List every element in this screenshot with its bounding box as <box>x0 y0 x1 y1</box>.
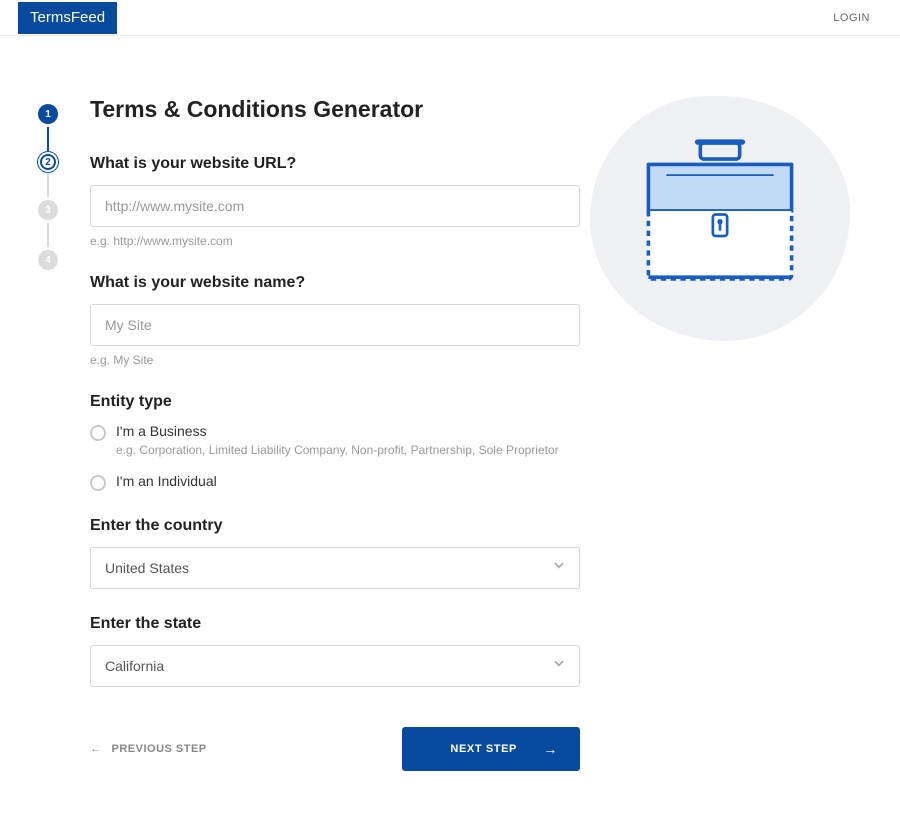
entity-option-business-hint: e.g. Corporation, Limited Liability Comp… <box>116 443 580 457</box>
logo-light: Feed <box>71 9 105 26</box>
radio-icon[interactable] <box>90 425 106 441</box>
website-url-input[interactable] <box>90 185 580 227</box>
website-url-hint: e.g. http://www.mysite.com <box>90 234 580 248</box>
arrow-right-icon: → <box>543 741 558 757</box>
previous-step-label: PREVIOUS STEP <box>112 743 207 755</box>
website-name-hint: e.g. My Site <box>90 353 580 367</box>
website-url-label: What is your website URL? <box>90 155 580 173</box>
radio-icon[interactable] <box>90 475 106 491</box>
form-area: Terms & Conditions Generator What is you… <box>90 96 580 771</box>
login-link[interactable]: LOGIN <box>833 12 870 24</box>
briefcase-icon <box>590 96 850 341</box>
state-select[interactable]: California <box>90 645 580 687</box>
field-entity-type: Entity type I'm a Business e.g. Corporat… <box>90 393 580 491</box>
entity-option-business-row[interactable]: I'm a Business e.g. Corporation, Limited… <box>90 423 580 457</box>
step-connector-3 <box>47 223 49 247</box>
logo[interactable]: TermsFeed <box>18 2 117 34</box>
next-step-button[interactable]: NEXT STEP → <box>402 727 580 771</box>
website-name-input[interactable] <box>90 304 580 346</box>
entity-option-business-label: I'm a Business <box>116 423 580 439</box>
entity-type-label: Entity type <box>90 393 580 411</box>
stepper: 1 2 3 4 <box>28 96 68 771</box>
actions: ← PREVIOUS STEP NEXT STEP → <box>90 727 580 771</box>
logo-bold: Terms <box>30 9 71 26</box>
field-website-name: What is your website name? e.g. My Site <box>90 274 580 367</box>
country-label: Enter the country <box>90 517 580 535</box>
website-name-label: What is your website name? <box>90 274 580 292</box>
field-state: Enter the state California <box>90 615 580 687</box>
previous-step-button[interactable]: ← PREVIOUS STEP <box>90 743 207 755</box>
field-website-url: What is your website URL? e.g. http://ww… <box>90 155 580 248</box>
state-label: Enter the state <box>90 615 580 633</box>
page-title: Terms & Conditions Generator <box>90 96 580 123</box>
step-2[interactable]: 2 <box>40 154 56 170</box>
step-connector-2 <box>47 173 49 197</box>
header: TermsFeed LOGIN <box>0 0 900 36</box>
entity-option-individual-row[interactable]: I'm an Individual <box>90 473 580 491</box>
step-3[interactable]: 3 <box>38 200 58 220</box>
field-country: Enter the country United States <box>90 517 580 589</box>
next-step-label: NEXT STEP <box>424 743 543 755</box>
step-connector-1 <box>47 127 49 151</box>
entity-option-individual-label: I'm an Individual <box>116 473 580 489</box>
step-1[interactable]: 1 <box>38 104 58 124</box>
step-4[interactable]: 4 <box>38 250 58 270</box>
country-select[interactable]: United States <box>90 547 580 589</box>
arrow-left-icon: ← <box>90 743 102 755</box>
illustration-area <box>580 96 860 771</box>
